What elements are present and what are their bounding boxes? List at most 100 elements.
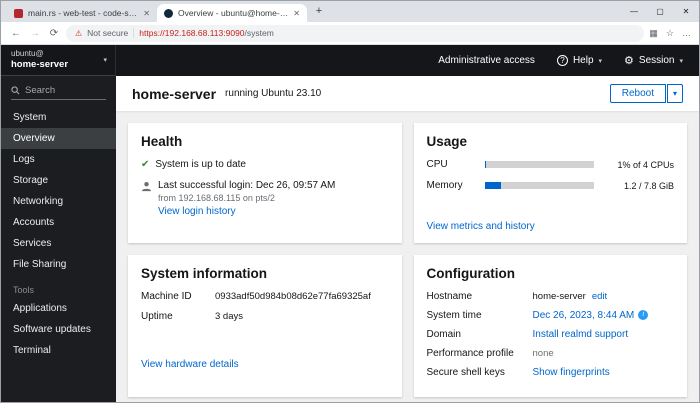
view-login-history-link[interactable]: View login history: [158, 206, 236, 217]
cpu-usage-row: CPU 1% of 4 CPUs: [427, 159, 675, 170]
configuration-title: Configuration: [426, 266, 515, 281]
memory-usage-row: Memory 1.2 / 7.8 GiB: [427, 180, 675, 191]
tab-title: Overview - ubuntu@home-server: [178, 8, 289, 18]
gear-icon: ⚙: [624, 55, 634, 67]
url-text: https://192.168.68.113:9090/system: [139, 28, 274, 38]
info-icon[interactable]: i: [638, 310, 649, 321]
chevron-down-icon: ▾: [679, 57, 683, 65]
sidebar-item-networking[interactable]: Networking: [1, 191, 116, 212]
sidebar-item-storage[interactable]: Storage: [1, 170, 116, 191]
not-secure-warning-icon[interactable]: ⚠: [75, 29, 82, 38]
sidebar-section-tools: Tools: [13, 285, 35, 295]
search-input[interactable]: [25, 85, 100, 96]
cockpit-masthead: ubuntu@ home-server ▾ Administrative acc…: [1, 45, 699, 76]
sidebar-item-overview[interactable]: Overview: [1, 128, 116, 149]
usage-card-title: Usage: [426, 134, 468, 149]
browser-window: main.rs - web-test - code-server ✕ Overv…: [0, 0, 700, 403]
health-card-title: Health: [141, 134, 183, 149]
memory-value: 1.2 / 7.8 GiB: [623, 180, 674, 191]
hostname-edit-link[interactable]: edit: [592, 291, 607, 302]
update-status-row: ✔ System is up to date: [141, 159, 389, 171]
forward-button[interactable]: →: [28, 28, 42, 39]
machine-id-row: Machine ID 0933adf50d984b08d62e77fa69325…: [141, 291, 389, 302]
cockpit-body: System Overview Logs Storage Networking …: [1, 76, 699, 402]
tab-close-icon[interactable]: ✕: [143, 9, 150, 18]
reboot-button[interactable]: Reboot: [609, 84, 666, 103]
reboot-dropdown-toggle[interactable]: ▾: [666, 84, 683, 103]
configuration-card: Configuration Hostname home-server edit S…: [413, 255, 687, 397]
last-login-text: Last successful login: Dec 26, 09:57 AM: [158, 180, 336, 191]
refresh-button[interactable]: ⟳: [47, 28, 61, 39]
system-time-link[interactable]: Dec 26, 2023, 8:44 AM: [533, 310, 635, 321]
system-time-value-wrap: Dec 26, 2023, 8:44 AM i: [533, 310, 675, 321]
sidebar-item-applications[interactable]: Applications: [1, 298, 116, 319]
system-information-title: System information: [141, 266, 268, 281]
tab-code-server[interactable]: main.rs - web-test - code-server ✕: [7, 4, 157, 22]
last-login-row: Last successful login: Dec 26, 09:57 AM …: [141, 180, 389, 217]
security-label: Not secure: [87, 28, 129, 38]
user-icon: [141, 182, 152, 192]
cpu-label: CPU: [426, 159, 448, 170]
administrative-access-button[interactable]: Administrative access: [438, 55, 535, 66]
show-fingerprints-link[interactable]: Show fingerprints: [533, 367, 610, 378]
browser-menu-icon[interactable]: …: [682, 28, 691, 38]
host-switcher[interactable]: ubuntu@ home-server ▾: [1, 45, 116, 76]
install-realmd-link[interactable]: Install realmd support: [533, 329, 629, 340]
split-screen-icon[interactable]: ▦: [649, 28, 658, 39]
chevron-down-icon: ▾: [103, 57, 107, 64]
cpu-value: 1% of 4 CPUs: [617, 159, 674, 170]
minimize-button[interactable]: —: [621, 1, 647, 22]
code-server-favicon-icon: [14, 8, 23, 18]
url-host: https://192.168.68.113:9090: [139, 28, 245, 38]
view-hardware-details-link[interactable]: View hardware details: [141, 359, 239, 370]
help-icon: ?: [556, 55, 568, 66]
favorites-star-icon[interactable]: ☆: [666, 28, 674, 39]
address-bar-actions: ▦ ☆ …: [649, 28, 691, 39]
cockpit-app: ubuntu@ home-server ▾ Administrative acc…: [1, 45, 699, 402]
url-path: /system: [244, 28, 274, 38]
tab-overview[interactable]: Overview - ubuntu@home-server ✕: [157, 4, 307, 22]
sidebar-item-terminal[interactable]: Terminal: [1, 340, 116, 361]
sidebar-item-software-updates[interactable]: Software updates: [1, 319, 116, 340]
session-menu[interactable]: ⚙ Session ▾: [624, 54, 683, 67]
page-header: home-server running Ubuntu 23.10 Reboot …: [116, 76, 699, 111]
view-metrics-link[interactable]: View metrics and history: [427, 221, 535, 232]
health-card: Health ✔ System is up to date Last succe…: [128, 123, 402, 243]
help-label: Help: [572, 55, 594, 66]
session-label: Session: [638, 55, 675, 66]
sidebar-search[interactable]: [11, 85, 106, 100]
new-tab-button[interactable]: +: [311, 4, 327, 20]
hostname-row: Hostname home-server edit: [427, 291, 675, 302]
cpu-progress-bar: [484, 161, 594, 168]
tab-close-icon[interactable]: ✕: [293, 9, 300, 18]
host-name: home-server: [11, 59, 69, 71]
memory-progress-bar: [484, 182, 594, 189]
last-login-block: Last successful login: Dec 26, 09:57 AM …: [158, 180, 335, 217]
hostname-value: home-server: [532, 291, 586, 302]
close-button[interactable]: ✕: [673, 1, 699, 22]
machine-id-label: Machine ID: [141, 291, 192, 302]
browser-address-row: ← → ⟳ ⚠ Not secure https://192.168.68.11…: [1, 22, 699, 45]
system-time-label: System time: [426, 310, 482, 321]
sidebar-item-file-sharing[interactable]: File Sharing: [1, 254, 116, 275]
sidebar-item-system[interactable]: System: [1, 107, 116, 128]
maximize-button[interactable]: ▢: [647, 1, 673, 22]
machine-id-value: 0933adf50d984b08d62e77fa69325af: [215, 291, 371, 302]
update-status-text: System is up to date: [155, 159, 246, 170]
help-menu[interactable]: ? Help ▾: [556, 55, 602, 66]
address-divider: [133, 28, 135, 38]
sidebar-item-logs[interactable]: Logs: [1, 149, 116, 170]
last-login-detail: from 192.168.68.115 on pts/2: [158, 193, 275, 203]
address-bar[interactable]: ⚠ Not secure https://192.168.68.113:9090…: [66, 24, 645, 42]
search-icon: [11, 86, 20, 95]
os-label: running Ubuntu 23.10: [225, 88, 322, 99]
host-user: ubuntu@: [11, 48, 44, 58]
ssh-value-wrap: Show fingerprints: [533, 367, 675, 378]
back-button[interactable]: ←: [9, 28, 23, 39]
sidebar-item-accounts[interactable]: Accounts: [1, 212, 116, 233]
cockpit-favicon-icon: [164, 8, 173, 18]
memory-label: Memory: [426, 180, 463, 191]
usage-card: Usage CPU 1% of 4 CPUs Memory 1.2 / 7.8 …: [413, 123, 687, 243]
sidebar-item-services[interactable]: Services: [1, 233, 116, 254]
secure-shell-keys-label: Secure shell keys: [426, 367, 505, 378]
